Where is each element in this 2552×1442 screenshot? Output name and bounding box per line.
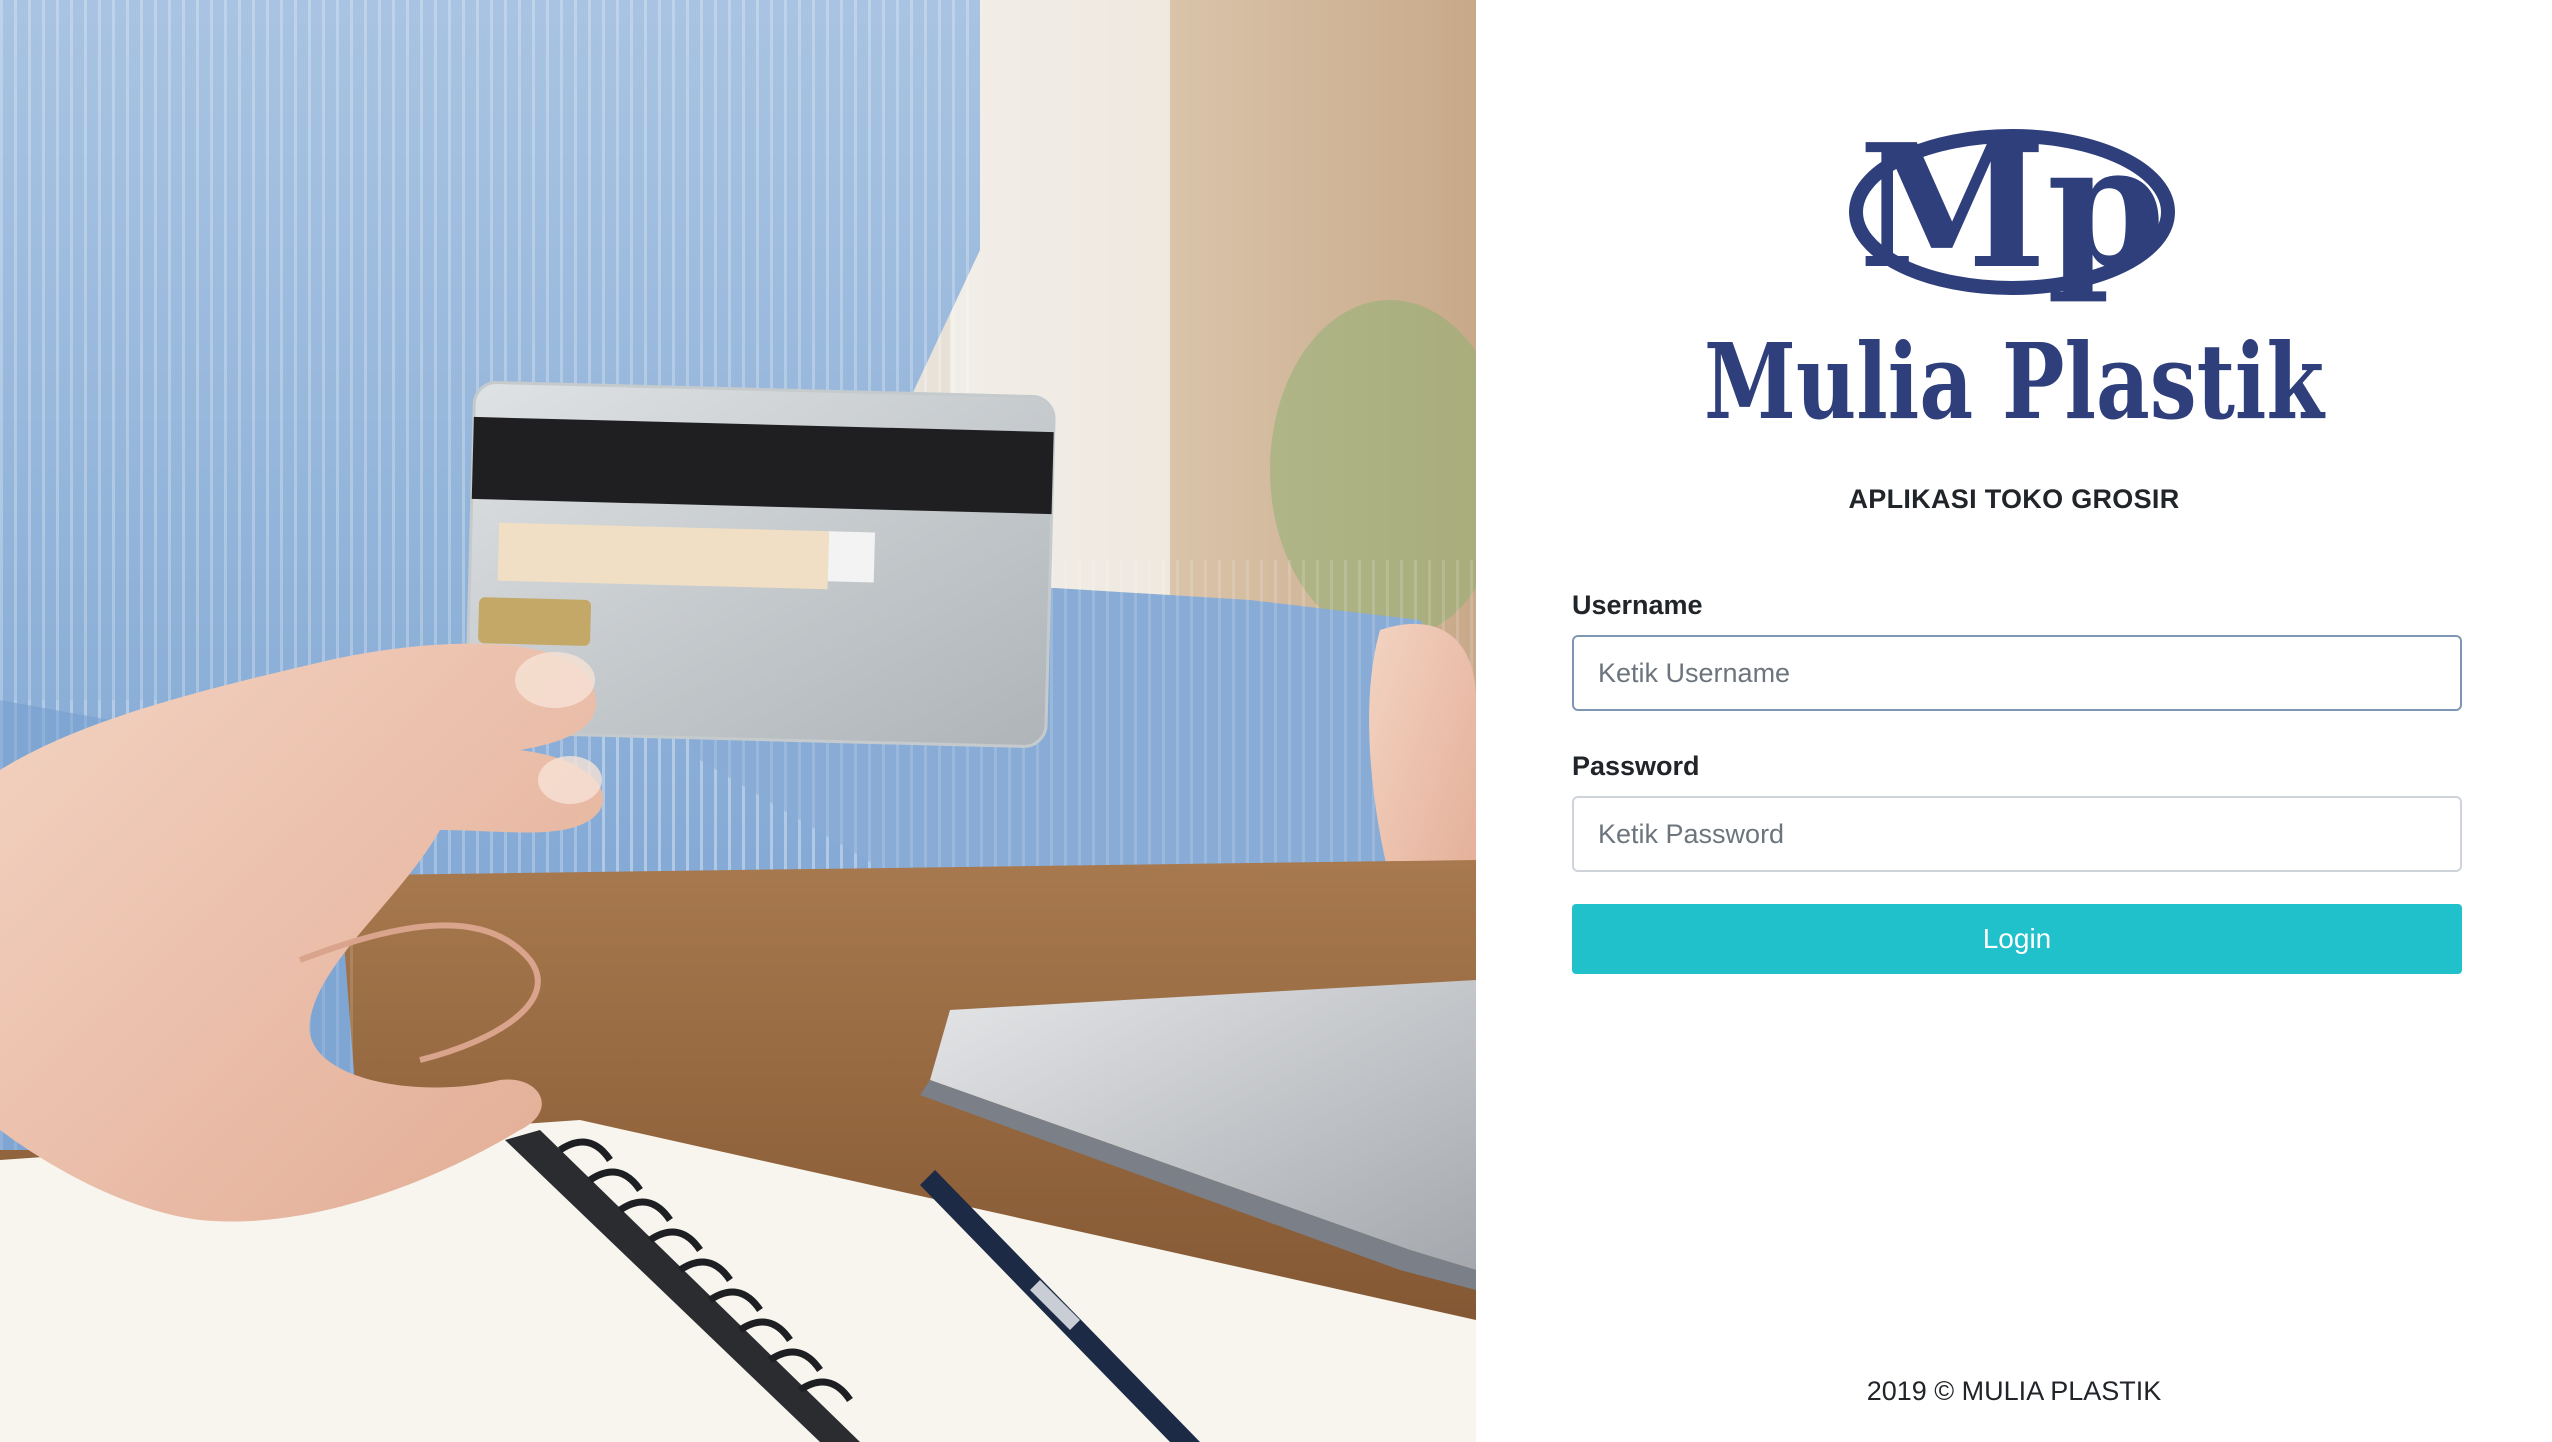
- brand-logo: Mp Mulia Plastik: [1476, 100, 2552, 440]
- credit-card-photo-illustration: [0, 0, 1476, 1442]
- username-input[interactable]: [1572, 635, 2462, 711]
- username-label: Username: [1572, 590, 1703, 620]
- login-button[interactable]: Login: [1572, 904, 2462, 974]
- login-panel: Mp Mulia Plastik APLIKASI TOKO GROSIR Us…: [1476, 0, 2552, 1442]
- footer-copyright: 2019 © MULIA PLASTIK: [1866, 1376, 2162, 1406]
- password-group: Password: [1572, 751, 2462, 872]
- login-form: Username Password Login: [1572, 590, 2462, 974]
- password-input[interactable]: [1572, 796, 2462, 872]
- hero-image: [0, 0, 1476, 1442]
- login-page: Mp Mulia Plastik APLIKASI TOKO GROSIR Us…: [0, 0, 2552, 1442]
- username-group: Username: [1572, 590, 2462, 711]
- app-subtitle: APLIKASI TOKO GROSIR: [1848, 484, 2180, 514]
- password-label: Password: [1572, 751, 1700, 781]
- mulia-plastik-logo-icon: Mp Mulia Plastik: [1704, 107, 2326, 440]
- logo-monogram: Mp: [1858, 107, 2165, 307]
- logo-name: Mulia Plastik: [1704, 320, 2326, 440]
